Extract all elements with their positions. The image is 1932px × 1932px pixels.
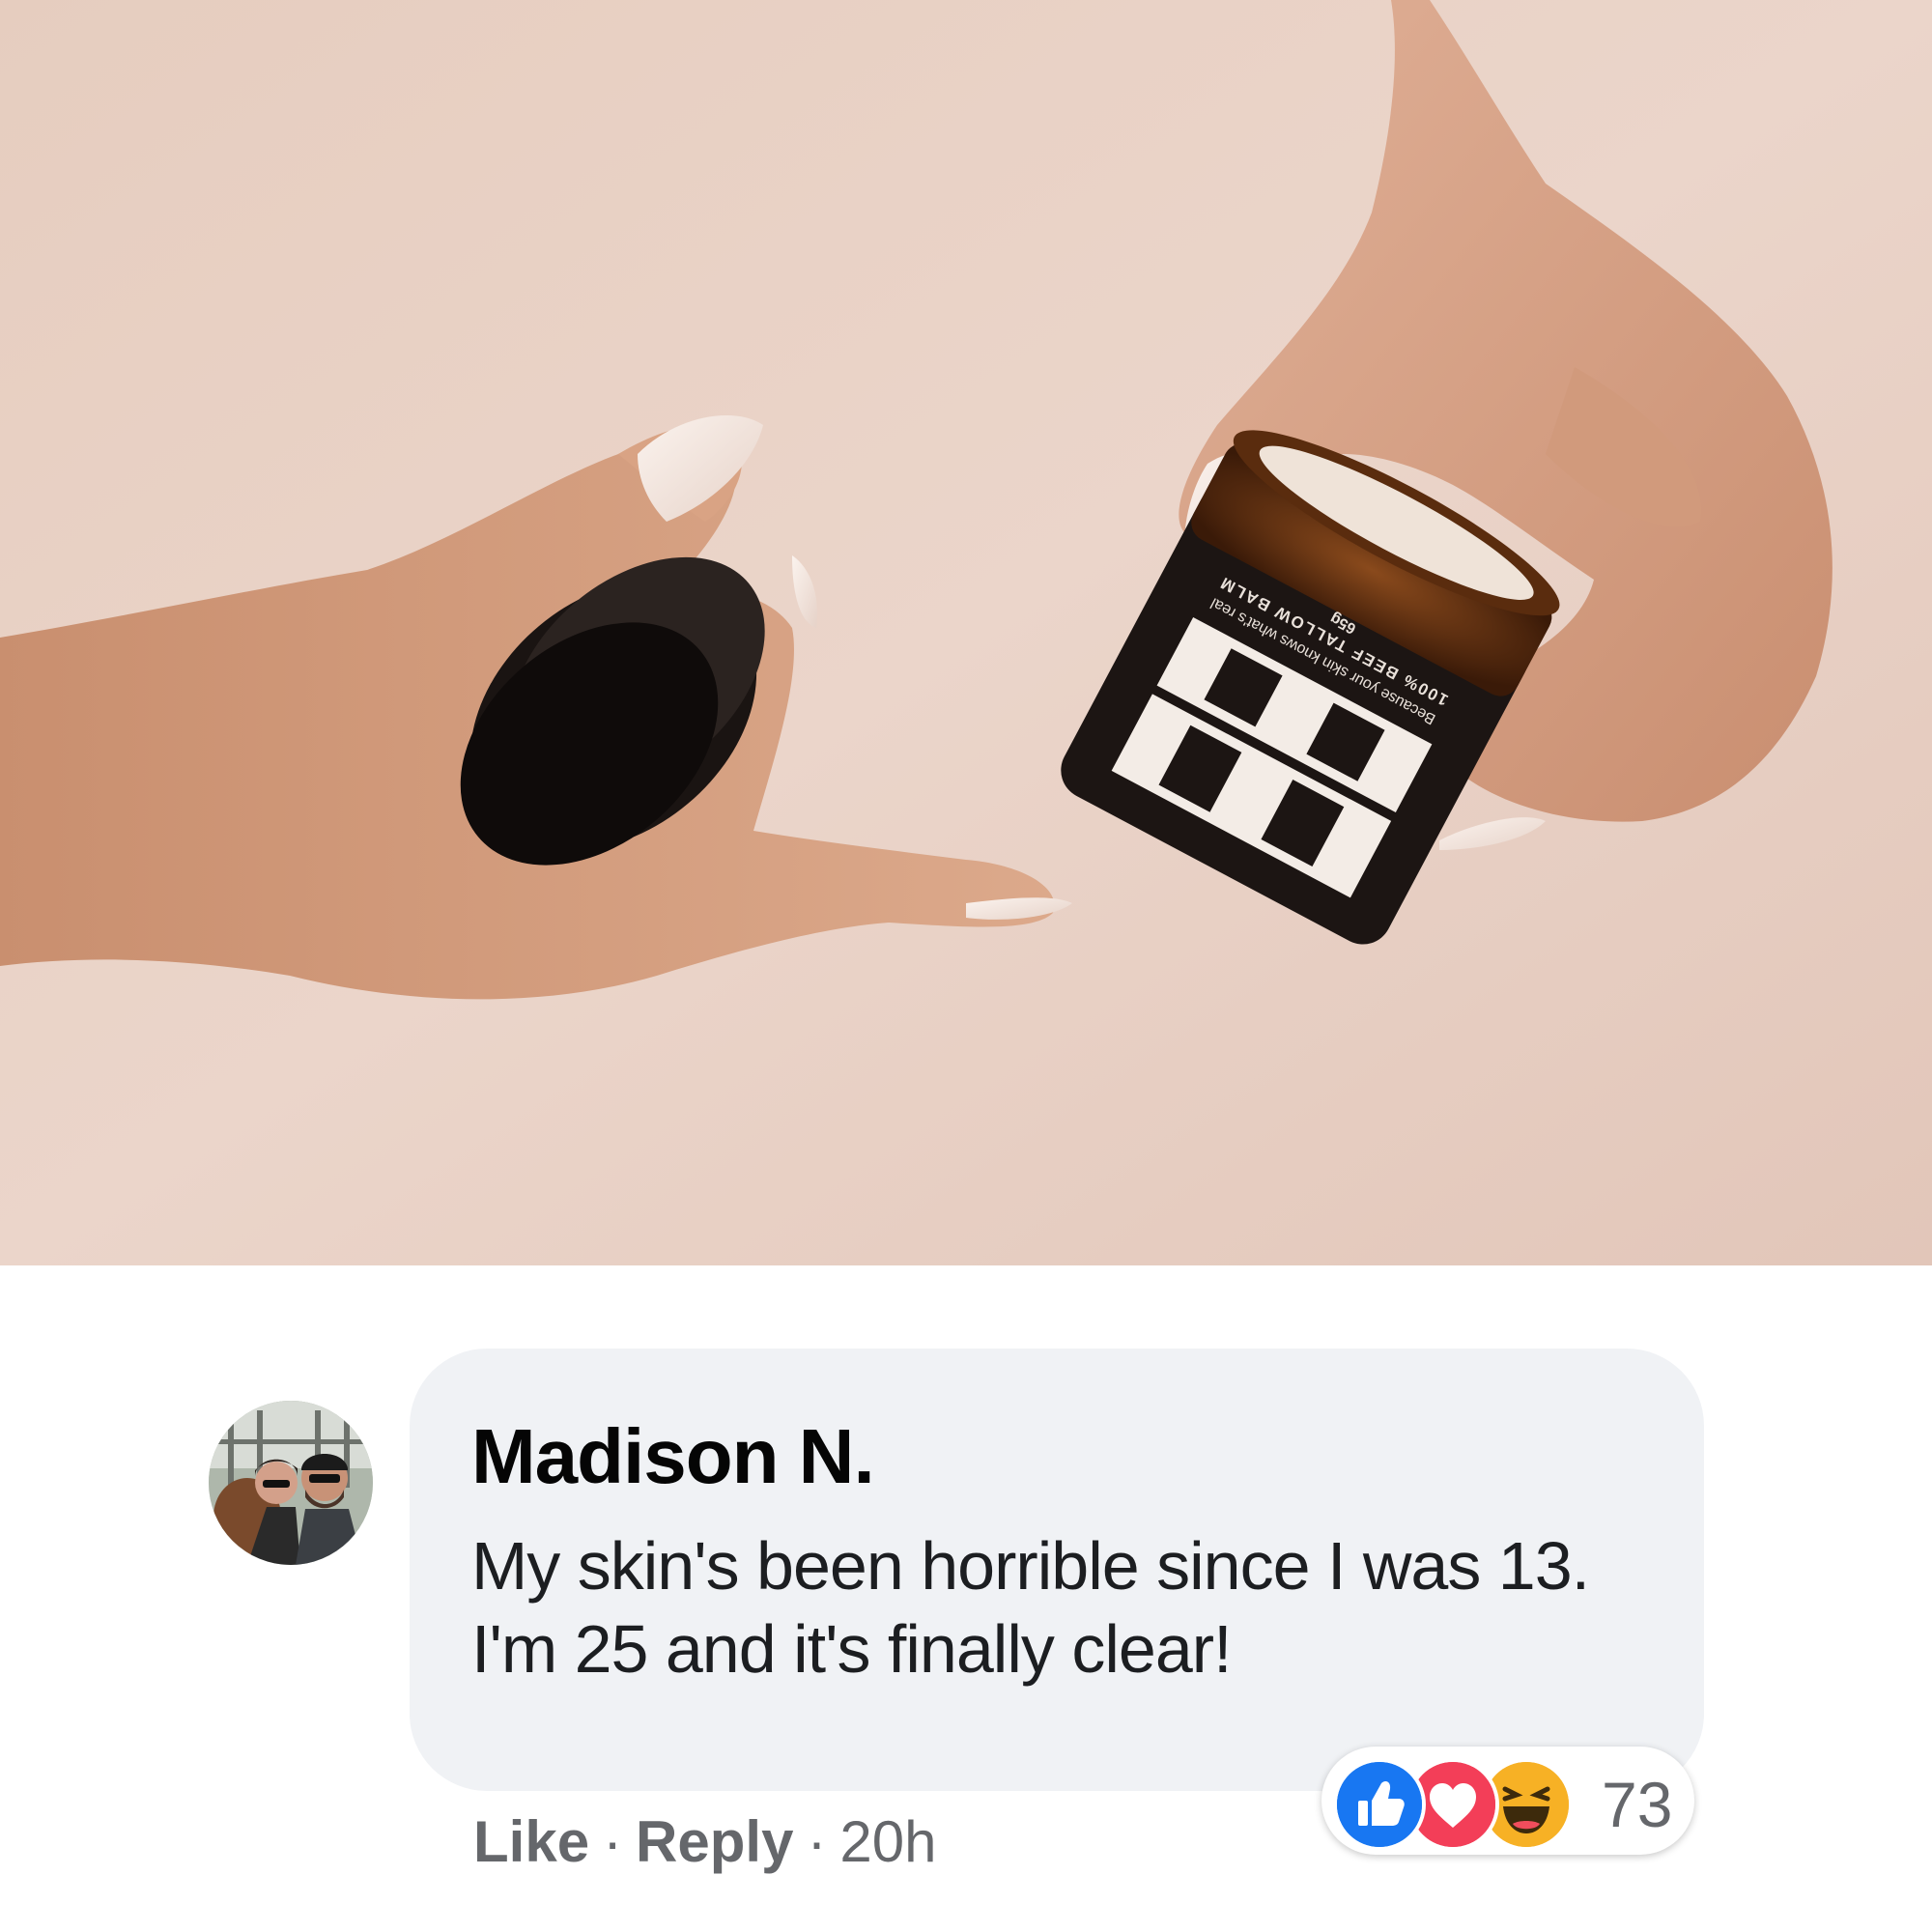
like-button[interactable]: Like (473, 1808, 589, 1875)
reaction-count: 73 (1602, 1769, 1673, 1840)
comment-text: My skin's been horrible since I was 13. … (471, 1528, 1590, 1687)
separator: · (807, 1809, 827, 1874)
separator: · (603, 1809, 623, 1874)
comment-timestamp[interactable]: 20h (839, 1808, 936, 1875)
comment-actions: Like · Reply · 20h (473, 1808, 937, 1875)
ad-creative: Because your skin knows what's real 100%… (0, 0, 1932, 1932)
avatar[interactable] (209, 1401, 373, 1565)
product-photo: Because your skin knows what's real 100%… (0, 0, 1932, 1265)
reply-button[interactable]: Reply (636, 1808, 793, 1875)
commenter-name[interactable]: Madison N. (471, 1412, 875, 1501)
like-icon (1333, 1758, 1426, 1851)
reactions-summary[interactable]: 73 (1321, 1747, 1694, 1855)
